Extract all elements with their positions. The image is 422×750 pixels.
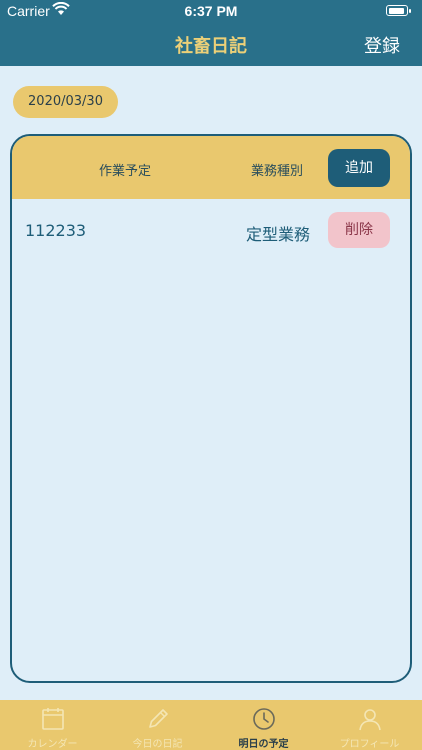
tab-today-diary[interactable]: 今日の日記 (105, 700, 210, 750)
date-badge: 2020/03/30 (13, 86, 118, 118)
tab-profile[interactable]: プロフィール (317, 700, 422, 750)
calendar-icon (42, 708, 64, 730)
navigation-bar: 社畜日記 登録 (0, 22, 422, 66)
status-bar: Carrier 6:37 PM (0, 0, 422, 22)
task-column-header: 作業予定 (99, 164, 152, 179)
row-type-value: 定型業務 (246, 225, 311, 244)
tab-tomorrow-plan[interactable]: 明日の予定 (211, 700, 316, 750)
status-time: 6:37 PM (184, 3, 238, 19)
person-icon (359, 709, 381, 731)
register-button[interactable]: 登録 (364, 32, 400, 58)
pencil-icon (149, 709, 168, 728)
tab-calendar-label: カレンダー (27, 739, 78, 750)
tab-tomorrow-plan-label: 明日の予定 (238, 739, 289, 750)
clock-icon (253, 708, 275, 730)
tab-profile-label: プロフィール (339, 739, 400, 750)
page-title: 社畜日記 (175, 36, 247, 57)
row-task-value: 112233 (25, 221, 87, 240)
type-column-header: 業務種別 (251, 164, 304, 179)
top-bar: Carrier 6:37 PM 社畜日記 登録 (0, 0, 422, 66)
add-button[interactable]: 追加 (328, 149, 390, 187)
tab-calendar[interactable]: カレンダー (0, 700, 105, 750)
battery-icon (386, 5, 411, 16)
table-row: 112233 定型業務 削除 (12, 199, 410, 261)
schedule-table-header: 作業予定 業務種別 追加 (12, 136, 410, 199)
delete-button[interactable]: 削除 (328, 212, 390, 248)
tab-bar: カレンダー 今日の日記 明日の予定 プロフィール (0, 700, 422, 750)
schedule-card: 作業予定 業務種別 追加 112233 定型業務 削除 (10, 134, 412, 683)
tab-today-diary-label: 今日の日記 (132, 739, 183, 750)
